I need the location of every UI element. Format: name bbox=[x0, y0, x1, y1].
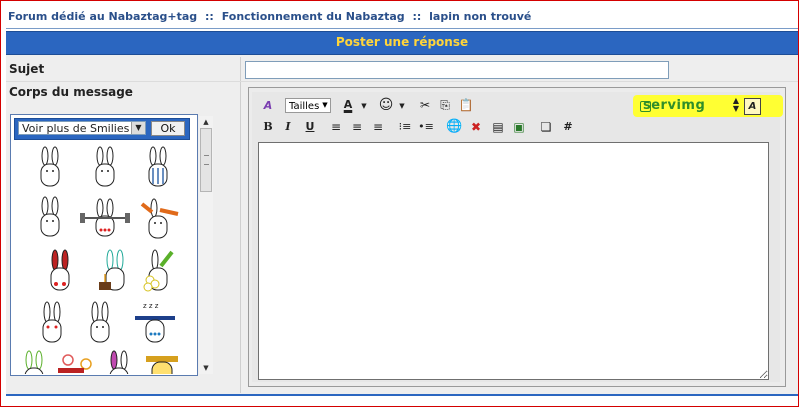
unordered-list-icon[interactable]: •≡ bbox=[418, 119, 434, 135]
bunny-icon[interactable] bbox=[95, 146, 115, 187]
subject-input[interactable] bbox=[245, 61, 669, 79]
font-size-value: Tailles bbox=[289, 101, 320, 112]
underline-button[interactable]: U bbox=[302, 119, 318, 135]
ordered-list-icon[interactable]: ⁝≡ bbox=[397, 119, 413, 135]
chevron-down-icon[interactable]: ▼ bbox=[356, 98, 372, 114]
breadcrumb-separator: :: bbox=[205, 10, 214, 23]
chevron-down-icon[interactable]: ▼ bbox=[394, 98, 410, 114]
message-textarea[interactable] bbox=[258, 142, 769, 380]
smilies-select-value: Voir plus de Smilies bbox=[22, 122, 130, 135]
bunny-icon[interactable] bbox=[140, 198, 179, 239]
bunny-icon[interactable] bbox=[24, 350, 44, 374]
font-size-select[interactable]: Tailles ▼ bbox=[285, 98, 331, 113]
bunny-icon[interactable] bbox=[90, 301, 110, 343]
chevron-down-icon[interactable]: ▼ bbox=[131, 122, 145, 134]
message-body-label: Corps du message bbox=[9, 85, 133, 99]
sort-arrows-icon[interactable]: ▲ ▼ bbox=[728, 97, 744, 113]
smiley-icon[interactable]: ☺ bbox=[378, 97, 394, 113]
align-center-icon[interactable]: ≡ bbox=[349, 119, 365, 135]
breadcrumb-category-link[interactable]: Fonctionnement du Nabaztag bbox=[222, 10, 405, 23]
quote-icon[interactable]: ❏ bbox=[538, 119, 554, 135]
smilies-ok-button[interactable]: Ok bbox=[151, 121, 185, 136]
post-reply-header: Poster une réponse bbox=[6, 31, 798, 55]
image-icon[interactable]: ▣ bbox=[511, 119, 527, 135]
paste-icon[interactable]: 📋 bbox=[458, 97, 474, 113]
bunny-icon[interactable] bbox=[40, 146, 60, 187]
bunny-icon[interactable] bbox=[146, 356, 178, 374]
divider bbox=[6, 28, 798, 29]
align-left-icon[interactable]: ≡ bbox=[328, 119, 344, 135]
breadcrumb-topic-link[interactable]: lapin non trouvé bbox=[429, 10, 531, 23]
insert-file-icon[interactable]: ▤ bbox=[490, 119, 506, 135]
bunny-icon[interactable] bbox=[80, 198, 130, 237]
scrollbar-thumb[interactable] bbox=[200, 128, 212, 192]
align-right-icon[interactable]: ≡ bbox=[370, 119, 386, 135]
link-icon[interactable]: 🌐 bbox=[446, 119, 462, 135]
cut-icon[interactable]: ✂ bbox=[417, 97, 433, 113]
bold-button[interactable]: B bbox=[260, 119, 276, 135]
italic-button[interactable]: I bbox=[280, 119, 296, 135]
svg-text:z z z: z z z bbox=[143, 302, 159, 310]
bunny-icon[interactable] bbox=[148, 146, 168, 187]
row-divider bbox=[6, 81, 798, 82]
scroll-up-icon[interactable]: ▲ bbox=[199, 116, 213, 128]
breadcrumb-separator: :: bbox=[412, 10, 422, 23]
scroll-down-icon[interactable]: ▼ bbox=[199, 362, 213, 374]
bunny-icon[interactable] bbox=[58, 354, 92, 373]
subject-label: Sujet bbox=[9, 62, 45, 76]
column-divider bbox=[240, 57, 241, 393]
bunny-icon[interactable] bbox=[143, 249, 174, 292]
font-style-icon[interactable]: A bbox=[260, 98, 276, 114]
text-color-icon[interactable]: A bbox=[340, 97, 356, 113]
breadcrumb-forum-link[interactable]: Forum dédié au Nabaztag+tag bbox=[8, 10, 197, 23]
smilies-scrollbar[interactable]: ▲ ▼ bbox=[199, 116, 213, 374]
copy-icon[interactable]: ⎘ bbox=[437, 97, 453, 113]
bunny-icon[interactable] bbox=[42, 301, 62, 343]
bunny-icon[interactable] bbox=[40, 196, 60, 237]
unlink-icon[interactable]: ✖ bbox=[468, 119, 484, 135]
bunny-icon[interactable] bbox=[109, 350, 129, 374]
servimg-link[interactable]: servimg bbox=[643, 98, 705, 113]
breadcrumb: Forum dédié au Nabaztag+tag :: Fonctionn… bbox=[8, 10, 531, 23]
smilies-select[interactable]: Voir plus de Smilies ▼ bbox=[18, 121, 146, 135]
font-type-icon[interactable]: A bbox=[744, 98, 761, 115]
bottom-divider bbox=[6, 394, 798, 396]
bunny-icon[interactable] bbox=[50, 249, 70, 291]
smilies-grid: z z z bbox=[24, 146, 179, 374]
chevron-down-icon[interactable]: ▼ bbox=[320, 99, 330, 112]
bunny-icon[interactable] bbox=[99, 249, 125, 291]
bunny-icon[interactable]: z z z bbox=[135, 302, 175, 343]
page-title: Poster une réponse bbox=[335, 35, 469, 49]
hash-button[interactable]: # bbox=[560, 119, 576, 135]
